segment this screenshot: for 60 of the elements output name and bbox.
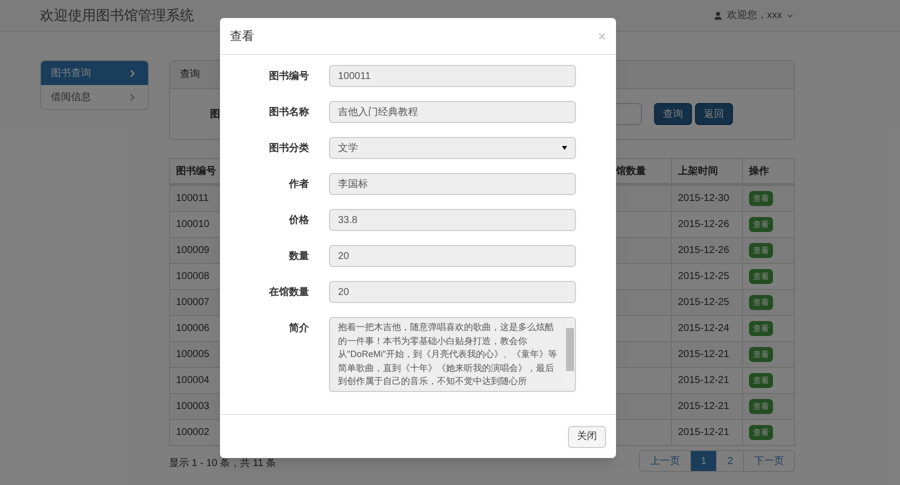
field-label: 价格 <box>288 214 309 228</box>
field-label: 图 <box>210 108 220 122</box>
table-cell-text: 100009 <box>175 244 210 258</box>
field-label: 简介 <box>288 322 309 336</box>
view-button[interactable]: 查看 <box>749 269 773 284</box>
column-header: 图书编号 <box>175 164 217 178</box>
field-label: 在馆数量 <box>268 286 309 300</box>
view-button[interactable]: 查看 <box>749 243 773 258</box>
input-field[interactable]: 20 <box>329 245 576 267</box>
column-header: 馆数量 <box>616 164 647 178</box>
description-textarea[interactable]: 抱着一把木吉他，随意弹唱喜欢的歌曲，这是多么炫酷的一件事！本书为零基础小白贴身打造，教会你从"DoReMi"开始，到《月亮代表我的心》、《童年》等简单歌曲，直到《十年》《她来听我的演唱会》，最后到创作属于自己的音乐，不知不觉中达到随心所 <box>329 317 576 392</box>
column-header: 上架时间 <box>671 159 742 183</box>
table-cell-text: 100002 <box>175 426 210 440</box>
table-cell-text: 100003 <box>175 400 210 414</box>
input-field[interactable]: 20 <box>329 281 576 303</box>
view-button[interactable]: 查看 <box>749 347 773 362</box>
table-cell-text: 100011 <box>175 192 210 206</box>
table-cell-text: 100007 <box>175 296 210 310</box>
page-link[interactable]: 上一页 <box>640 451 690 471</box>
input-field[interactable]: 100011 <box>329 65 576 87</box>
view-button[interactable]: 查看 <box>749 373 773 388</box>
field-label: 数量 <box>288 250 309 264</box>
table-cell: 2015-12-21 <box>671 420 742 445</box>
field-label: 作者 <box>288 178 309 192</box>
close-button[interactable]: × <box>598 29 606 43</box>
user-menu[interactable]: 欢迎您，xxx <box>713 8 794 23</box>
table-summary: 显示 1 - 10 条，共 11 条 <box>169 457 276 471</box>
table-cell-text: 100005 <box>175 348 210 362</box>
field-label: 图书编号 <box>268 70 309 84</box>
table-cell-text: 100008 <box>175 270 210 284</box>
view-button[interactable]: 查看 <box>749 425 773 440</box>
dropdown-arrow-icon <box>562 146 567 150</box>
column-header: 操作 <box>742 159 794 183</box>
panel-title: 查询 <box>180 68 200 82</box>
scrollbar[interactable] <box>565 318 575 391</box>
view-button[interactable]: 查看 <box>749 399 773 414</box>
table-cell-text: 100006 <box>175 322 210 336</box>
sidebar-item[interactable]: 图书查询 <box>41 61 148 85</box>
input-field[interactable]: 33.8 <box>329 209 576 231</box>
close-dialog-button[interactable]: 关闭 <box>568 426 606 448</box>
category-select[interactable]: 文学 <box>329 137 576 159</box>
sidebar-item[interactable]: 借阅信息 <box>41 85 148 109</box>
input-field[interactable]: 李国标 <box>329 173 576 195</box>
site-title: 欢迎使用图书馆管理系统 <box>40 6 194 25</box>
input-field[interactable]: 吉他入门经典教程 <box>329 101 576 123</box>
table-cell-text: 100004 <box>175 374 210 388</box>
user-icon <box>713 10 723 20</box>
field-label: 图书名称 <box>268 106 309 120</box>
view-button[interactable]: 查看 <box>749 321 773 336</box>
view-button[interactable]: 查看 <box>749 295 773 310</box>
page-link[interactable]: 下一页 <box>743 451 794 471</box>
dialog-title: 查看 <box>230 28 254 45</box>
view-button[interactable]: 查看 <box>749 191 773 206</box>
query-button[interactable]: 返回 <box>695 103 733 125</box>
field-label: 图书分类 <box>268 142 309 156</box>
page-link[interactable]: 2 <box>716 451 743 471</box>
table-cell-text: 100010 <box>175 218 210 232</box>
page-link[interactable]: 1 <box>690 451 716 471</box>
view-button[interactable]: 查看 <box>749 217 773 232</box>
query-button[interactable]: 查询 <box>654 103 692 125</box>
